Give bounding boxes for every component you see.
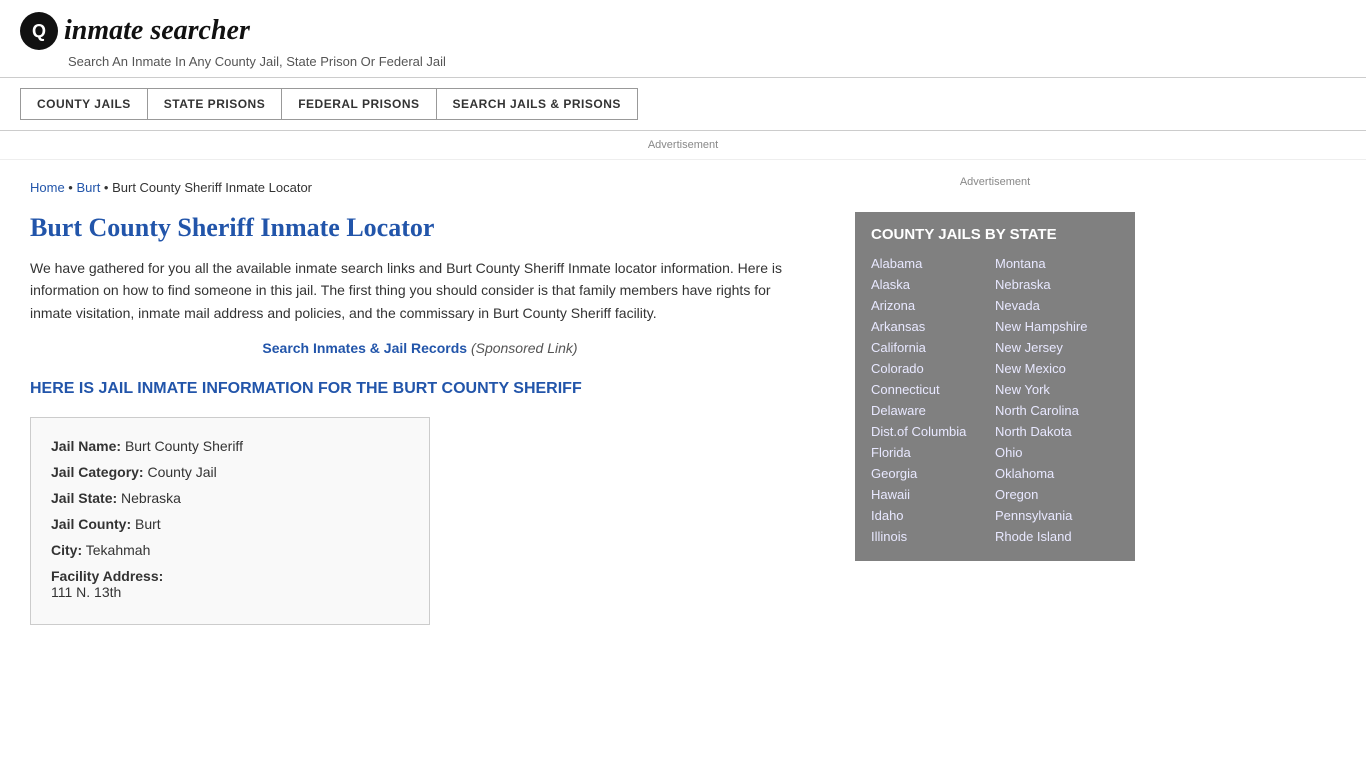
info-row-state: Jail State: Nebraska [51, 490, 409, 506]
state-link-ohio[interactable]: Ohio [995, 442, 1119, 463]
search-link-area: Search Inmates & Jail Records (Sponsored… [30, 340, 810, 356]
jail-info-heading: HERE IS JAIL INMATE INFORMATION FOR THE … [30, 378, 810, 400]
info-row-category: Jail Category: County Jail [51, 464, 409, 480]
state-link-colorado[interactable]: Colorado [871, 358, 995, 379]
jail-state-label: Jail State: [51, 490, 117, 506]
state-link-rhode-island[interactable]: Rhode Island [995, 526, 1119, 547]
state-box: COUNTY JAILS BY STATE AlabamaAlaskaArizo… [855, 212, 1135, 561]
state-link-arkansas[interactable]: Arkansas [871, 316, 995, 337]
state-box-title: COUNTY JAILS BY STATE [871, 226, 1119, 243]
state-link-illinois[interactable]: Illinois [871, 526, 995, 547]
jail-name-label: Jail Name: [51, 438, 121, 454]
jail-info-box: Jail Name: Burt County Sheriff Jail Cate… [30, 417, 430, 625]
logo-area: Qinmate searcher [20, 12, 1346, 50]
breadcrumb-home[interactable]: Home [30, 180, 65, 195]
nav-bar: COUNTY JAILS STATE PRISONS FEDERAL PRISO… [0, 78, 1366, 131]
header: Qinmate searcher Search An Inmate In Any… [0, 0, 1366, 78]
state-link-new-jersey[interactable]: New Jersey [995, 337, 1119, 358]
state-link-georgia[interactable]: Georgia [871, 463, 995, 484]
nav-county-jails[interactable]: COUNTY JAILS [20, 88, 147, 120]
breadcrumb-current: Burt County Sheriff Inmate Locator [112, 180, 312, 195]
state-link-new-york[interactable]: New York [995, 379, 1119, 400]
sidebar-ad: Advertisement [855, 170, 1135, 194]
state-link-dist.of-columbia[interactable]: Dist.of Columbia [871, 421, 995, 442]
jail-state-value: Nebraska [121, 490, 181, 506]
nav-state-prisons[interactable]: STATE PRISONS [147, 88, 281, 120]
sponsored-text: (Sponsored Link) [471, 340, 578, 356]
state-col-left: AlabamaAlaskaArizonaArkansasCaliforniaCo… [871, 253, 995, 547]
state-columns: AlabamaAlaskaArizonaArkansasCaliforniaCo… [871, 253, 1119, 547]
facility-address-label: Facility Address: [51, 568, 163, 584]
jail-county-label: Jail County: [51, 516, 131, 532]
ad-top-banner: Advertisement [0, 131, 1366, 160]
state-link-california[interactable]: California [871, 337, 995, 358]
jail-name-value: Burt County Sheriff [125, 438, 243, 454]
info-row-city: City: Tekahmah [51, 542, 409, 558]
page-title: Burt County Sheriff Inmate Locator [30, 213, 810, 243]
state-link-florida[interactable]: Florida [871, 442, 995, 463]
jail-category-value: County Jail [147, 464, 216, 480]
nav-federal-prisons[interactable]: FEDERAL PRISONS [281, 88, 435, 120]
state-link-montana[interactable]: Montana [995, 253, 1119, 274]
info-row-address: Facility Address: 111 N. 13th [51, 568, 409, 600]
state-link-nebraska[interactable]: Nebraska [995, 274, 1119, 295]
jail-county-value: Burt [135, 516, 161, 532]
breadcrumb-burt[interactable]: Burt [76, 180, 100, 195]
search-inmates-link[interactable]: Search Inmates & Jail Records [262, 340, 467, 356]
city-value: Tekahmah [86, 542, 151, 558]
jail-category-label: Jail Category: [51, 464, 144, 480]
state-link-new-hampshire[interactable]: New Hampshire [995, 316, 1119, 337]
description: We have gathered for you all the availab… [30, 257, 810, 324]
state-link-connecticut[interactable]: Connecticut [871, 379, 995, 400]
state-link-new-mexico[interactable]: New Mexico [995, 358, 1119, 379]
state-link-nevada[interactable]: Nevada [995, 295, 1119, 316]
city-label: City: [51, 542, 82, 558]
state-link-alabama[interactable]: Alabama [871, 253, 995, 274]
state-link-alaska[interactable]: Alaska [871, 274, 995, 295]
breadcrumb: Home • Burt • Burt County Sheriff Inmate… [30, 180, 810, 195]
logo-icon: Q [20, 12, 58, 50]
state-link-north-dakota[interactable]: North Dakota [995, 421, 1119, 442]
sidebar: Advertisement COUNTY JAILS BY STATE Alab… [840, 160, 1150, 645]
state-col-right: MontanaNebraskaNevadaNew HampshireNew Je… [995, 253, 1119, 547]
state-link-pennsylvania[interactable]: Pennsylvania [995, 505, 1119, 526]
tagline: Search An Inmate In Any County Jail, Sta… [68, 54, 1346, 69]
facility-address-value: 111 N. 13th [51, 584, 121, 600]
info-row-county: Jail County: Burt [51, 516, 409, 532]
nav-search-jails[interactable]: SEARCH JAILS & PRISONS [436, 88, 638, 120]
state-link-arizona[interactable]: Arizona [871, 295, 995, 316]
info-row-name: Jail Name: Burt County Sheriff [51, 438, 409, 454]
main-content: Home • Burt • Burt County Sheriff Inmate… [0, 160, 840, 645]
main-layout: Home • Burt • Burt County Sheriff Inmate… [0, 160, 1366, 645]
state-link-delaware[interactable]: Delaware [871, 400, 995, 421]
logo-text: inmate searcher [64, 15, 250, 47]
state-link-idaho[interactable]: Idaho [871, 505, 995, 526]
state-link-oklahoma[interactable]: Oklahoma [995, 463, 1119, 484]
state-link-oregon[interactable]: Oregon [995, 484, 1119, 505]
state-link-north-carolina[interactable]: North Carolina [995, 400, 1119, 421]
state-link-hawaii[interactable]: Hawaii [871, 484, 995, 505]
